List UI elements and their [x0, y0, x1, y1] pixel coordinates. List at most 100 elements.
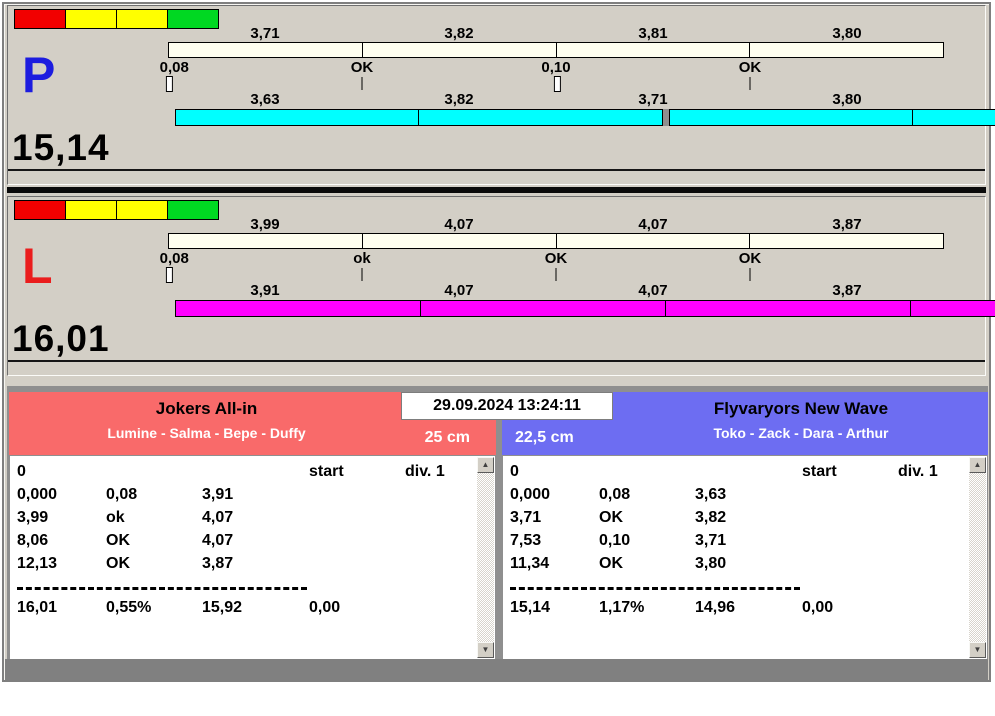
run-time: 4,07	[202, 509, 234, 526]
results-list[interactable]: 0 start div. 1 0,000 0,08 3,63 3,71 OK 3…	[502, 455, 988, 660]
scroll-up-icon: ▲	[481, 460, 490, 469]
team-members: Lumine - Salma - Bepe - Duffy	[107, 425, 306, 441]
table-row: 3,71 OK 3,82	[510, 509, 965, 532]
exchange-gap-marker	[165, 267, 173, 283]
exchange-value: 0,08	[106, 486, 138, 503]
exchange-tick-marker	[749, 77, 751, 90]
exchange-gap-marker	[165, 76, 173, 92]
status-light-yellow2	[116, 9, 168, 29]
app-window: P 15,14 3,71 3,82 3,81 3,80 0,08 OK 0,10…	[2, 2, 995, 682]
lane-panel-right: P 15,14 3,71 3,82 3,81 3,80 0,08 OK 0,10…	[7, 5, 995, 185]
exchange-label: OK	[738, 59, 762, 76]
bottom-bar-labels: 3,63 3,82 3,71 3,80	[168, 91, 944, 108]
penalty-time: 0,00	[802, 599, 834, 616]
table-row: 7,53 0,10 3,71	[510, 532, 965, 555]
summary-row: 15,14 1,17% 14,96 0,00	[510, 599, 965, 622]
exchange-tick-marker	[749, 268, 751, 281]
table-row: 3,99 ok 4,07	[17, 509, 473, 532]
dog-bar-segment	[420, 300, 666, 317]
run-time-label: 3,91	[250, 282, 280, 299]
lane-total-time: 16,01	[12, 318, 110, 359]
run-time-label: 3,99	[250, 216, 280, 233]
table-row: 8,06 OK 4,07	[17, 532, 473, 555]
run-time-label: 3,87	[832, 216, 862, 233]
run-time-label: 4,07	[638, 216, 668, 233]
exchange-label: 0,08	[159, 250, 189, 267]
cumulative-time: 3,71	[510, 509, 542, 526]
penalty-time: 0,00	[309, 599, 341, 616]
split-times-bar	[168, 233, 944, 249]
table-row: 0,000 0,08 3,91	[17, 486, 473, 509]
exchange-value: OK	[106, 555, 130, 572]
cumulative-time: 12,13	[17, 555, 58, 572]
exchange-label: ok	[353, 250, 371, 267]
run-time: 3,82	[695, 509, 727, 526]
top-bar-labels: 3,99 4,07 4,07 3,87	[168, 216, 944, 233]
run-time-label: 3,80	[832, 91, 862, 108]
results-list[interactable]: 0 start div. 1 0,000 0,08 3,91 3,99 ok 4…	[9, 455, 496, 660]
cumulative-time: 0,000	[510, 486, 551, 503]
division-label: div. 1	[405, 463, 445, 480]
exchange-tick-marker	[555, 268, 557, 281]
exchange-label: OK	[738, 250, 762, 267]
status-bar	[5, 659, 988, 680]
split-bar-segment	[555, 42, 751, 58]
lane-separator	[7, 187, 986, 193]
lane-letter: P	[22, 47, 56, 103]
table-row: 12,13 OK 3,87	[17, 555, 473, 578]
total-time: 15,14	[510, 599, 551, 616]
exchange-value: OK	[106, 532, 130, 549]
start-label: start	[802, 463, 837, 480]
exchange-tick-marker	[361, 77, 363, 90]
loss-percentage: 0,55%	[106, 599, 152, 616]
division-label: div. 1	[898, 463, 938, 480]
results-rows: 0 start div. 1 0,000 0,08 3,63 3,71 OK 3…	[510, 463, 965, 622]
dog-bar-segment	[911, 109, 995, 126]
lane-divider-line	[8, 169, 985, 171]
exchange-value: ok	[106, 509, 125, 526]
dog-bar-segment	[175, 109, 420, 126]
scroll-up-icon: ▲	[973, 460, 982, 469]
lane-divider-line	[8, 360, 985, 362]
scrollbar[interactable]: ▲ ▼	[477, 457, 494, 658]
status-light-yellow1	[65, 200, 117, 220]
scroll-up-button[interactable]: ▲	[969, 457, 986, 473]
team-panel-left: Jokers All-in Lumine - Salma - Bepe - Du…	[9, 392, 496, 660]
split-bar-segment	[555, 233, 751, 249]
table-row: 11,34 OK 3,80	[510, 555, 965, 578]
run-time-label: 3,71	[250, 25, 280, 42]
summary-separator	[17, 578, 473, 599]
lane-panel-left: L 16,01 3,99 4,07 4,07 3,87 0,08 ok OK O…	[7, 196, 995, 376]
exchange-value: OK	[599, 509, 623, 526]
loss-percentage: 1,17%	[599, 599, 645, 616]
cumulative-time: 7,53	[510, 532, 542, 549]
run-time-label: 3,63	[250, 91, 280, 108]
status-light-red	[14, 200, 66, 220]
dog-bar-segment	[665, 300, 911, 317]
scroll-down-button[interactable]: ▼	[969, 642, 986, 658]
scrollbar[interactable]: ▲ ▼	[969, 457, 986, 658]
dog-bar-segment	[668, 109, 913, 126]
cumulative-time: 3,99	[17, 509, 49, 526]
split-bar-segment	[168, 42, 363, 58]
exchange-label: OK	[350, 59, 374, 76]
cumulative-time: 11,34	[510, 555, 550, 572]
exchange-label: OK	[544, 250, 568, 267]
dog-bar-segment	[175, 300, 421, 317]
cumulative-time: 0,000	[17, 486, 58, 503]
datetime-display: 29.09.2024 13:24:11	[401, 392, 613, 420]
team-members: Toko - Zack - Dara - Arthur	[713, 425, 889, 441]
run-time: 3,63	[695, 486, 727, 503]
scroll-down-button[interactable]: ▼	[477, 642, 494, 658]
run-time-label: 4,07	[638, 282, 668, 299]
results-header-row: 0 start div. 1	[17, 463, 473, 486]
lane-letter: L	[22, 238, 53, 294]
counter-value: 0	[17, 463, 26, 480]
summary-separator	[510, 578, 965, 599]
scroll-up-button[interactable]: ▲	[477, 457, 494, 473]
status-light-yellow1	[65, 9, 117, 29]
scroll-down-icon: ▼	[973, 645, 982, 654]
lane-total-time: 15,14	[12, 127, 110, 168]
dog-bar-segment	[418, 109, 663, 126]
teams-section: 29.09.2024 13:24:11 Jokers All-in Lumine…	[7, 386, 988, 660]
